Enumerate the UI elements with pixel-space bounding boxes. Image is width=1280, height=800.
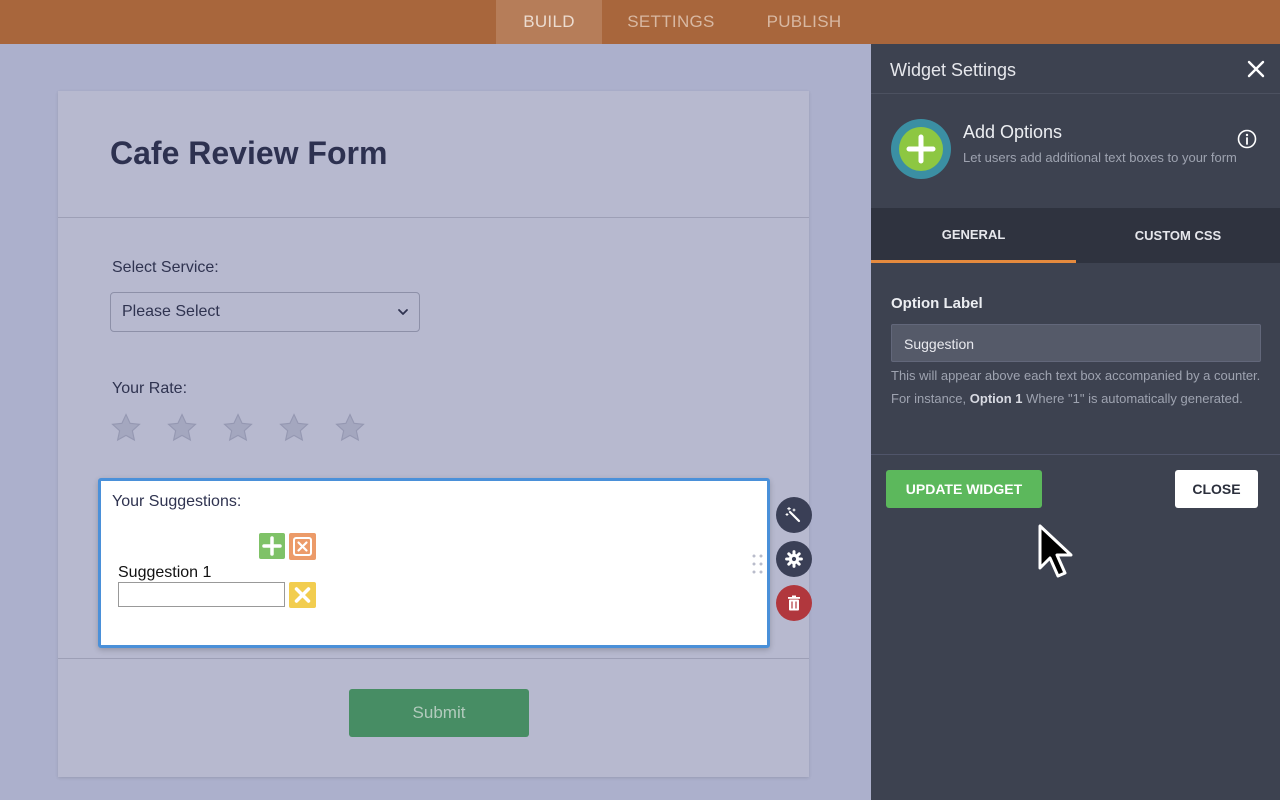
service-select-value: Please Select [122,303,220,320]
help-example: Option 1 [969,390,1023,406]
settings-tabs: GENERAL CUSTOM CSS [871,208,1280,263]
info-icon[interactable] [1237,129,1257,149]
delete-button[interactable] [776,585,812,621]
trash-icon [788,595,800,611]
update-widget-button[interactable]: UPDATE WIDGET [886,470,1042,508]
plus-icon [262,536,282,556]
top-bar: BUILD SETTINGS PUBLISH [0,0,1280,44]
star-icon[interactable] [277,411,311,445]
drag-handle-icon[interactable] [751,553,765,575]
chevron-down-icon [398,309,408,315]
star-icon[interactable] [333,411,367,445]
close-icon [294,587,311,603]
option-label-value: Suggestion [904,336,975,352]
suggestion-item-label: Suggestion 1 [118,564,212,581]
star-rating [109,411,389,445]
panel-header: Widget Settings [871,44,1280,94]
option-label-help: This will appear above each text box acc… [891,365,1266,410]
top-nav: BUILD SETTINGS PUBLISH [496,0,868,44]
form-title[interactable]: Cafe Review Form [110,135,387,172]
widget-info: Add Options Let users add additional tex… [871,95,1280,208]
add-option-button[interactable] [259,533,285,559]
submit-button[interactable]: Submit [349,689,529,737]
option-label-input[interactable]: Suggestion [891,324,1261,362]
help-text: Where "1" is automatically generated. [1022,390,1243,406]
widget-logo [891,119,951,179]
close-icon[interactable] [1246,59,1266,79]
suggestions-widget[interactable]: Your Suggestions: Suggestion 1 [98,478,770,648]
form-card: Cafe Review Form Select Service: Please … [58,91,809,777]
tab-custom-css[interactable]: CUSTOM CSS [1076,208,1280,263]
service-label[interactable]: Select Service: [112,259,219,277]
panel-title: Widget Settings [890,60,1017,80]
star-icon[interactable] [221,411,255,445]
tab-general[interactable]: GENERAL [871,208,1076,263]
close-box-icon [293,537,312,556]
gear-icon [785,550,803,568]
widget-description: Let users add additional text boxes to y… [963,150,1237,165]
plus-circle-icon [899,127,943,171]
suggestions-label[interactable]: Your Suggestions: [112,493,241,511]
suggestion-input[interactable] [118,582,285,607]
mouse-cursor-icon [1038,524,1073,578]
widget-settings-panel: Widget Settings Add Options Let users ad… [871,44,1280,800]
gear-button[interactable] [776,541,812,577]
tab-publish[interactable]: PUBLISH [740,0,868,44]
form-divider [58,217,809,218]
option-label-title: Option Label [891,295,983,312]
tab-build[interactable]: BUILD [496,0,602,44]
widget-name: Add Options [963,122,1063,142]
remove-all-button[interactable] [289,533,316,560]
wand-icon [785,506,801,523]
panel-divider [871,454,1280,455]
close-button[interactable]: CLOSE [1175,470,1258,508]
rate-label[interactable]: Your Rate: [112,380,187,398]
service-select[interactable]: Please Select [110,292,420,332]
wand-button[interactable] [776,497,812,533]
star-icon[interactable] [109,411,143,445]
tab-settings[interactable]: SETTINGS [602,0,740,44]
form-divider [58,658,809,659]
star-icon[interactable] [165,411,199,445]
delete-suggestion-button[interactable] [289,582,316,608]
